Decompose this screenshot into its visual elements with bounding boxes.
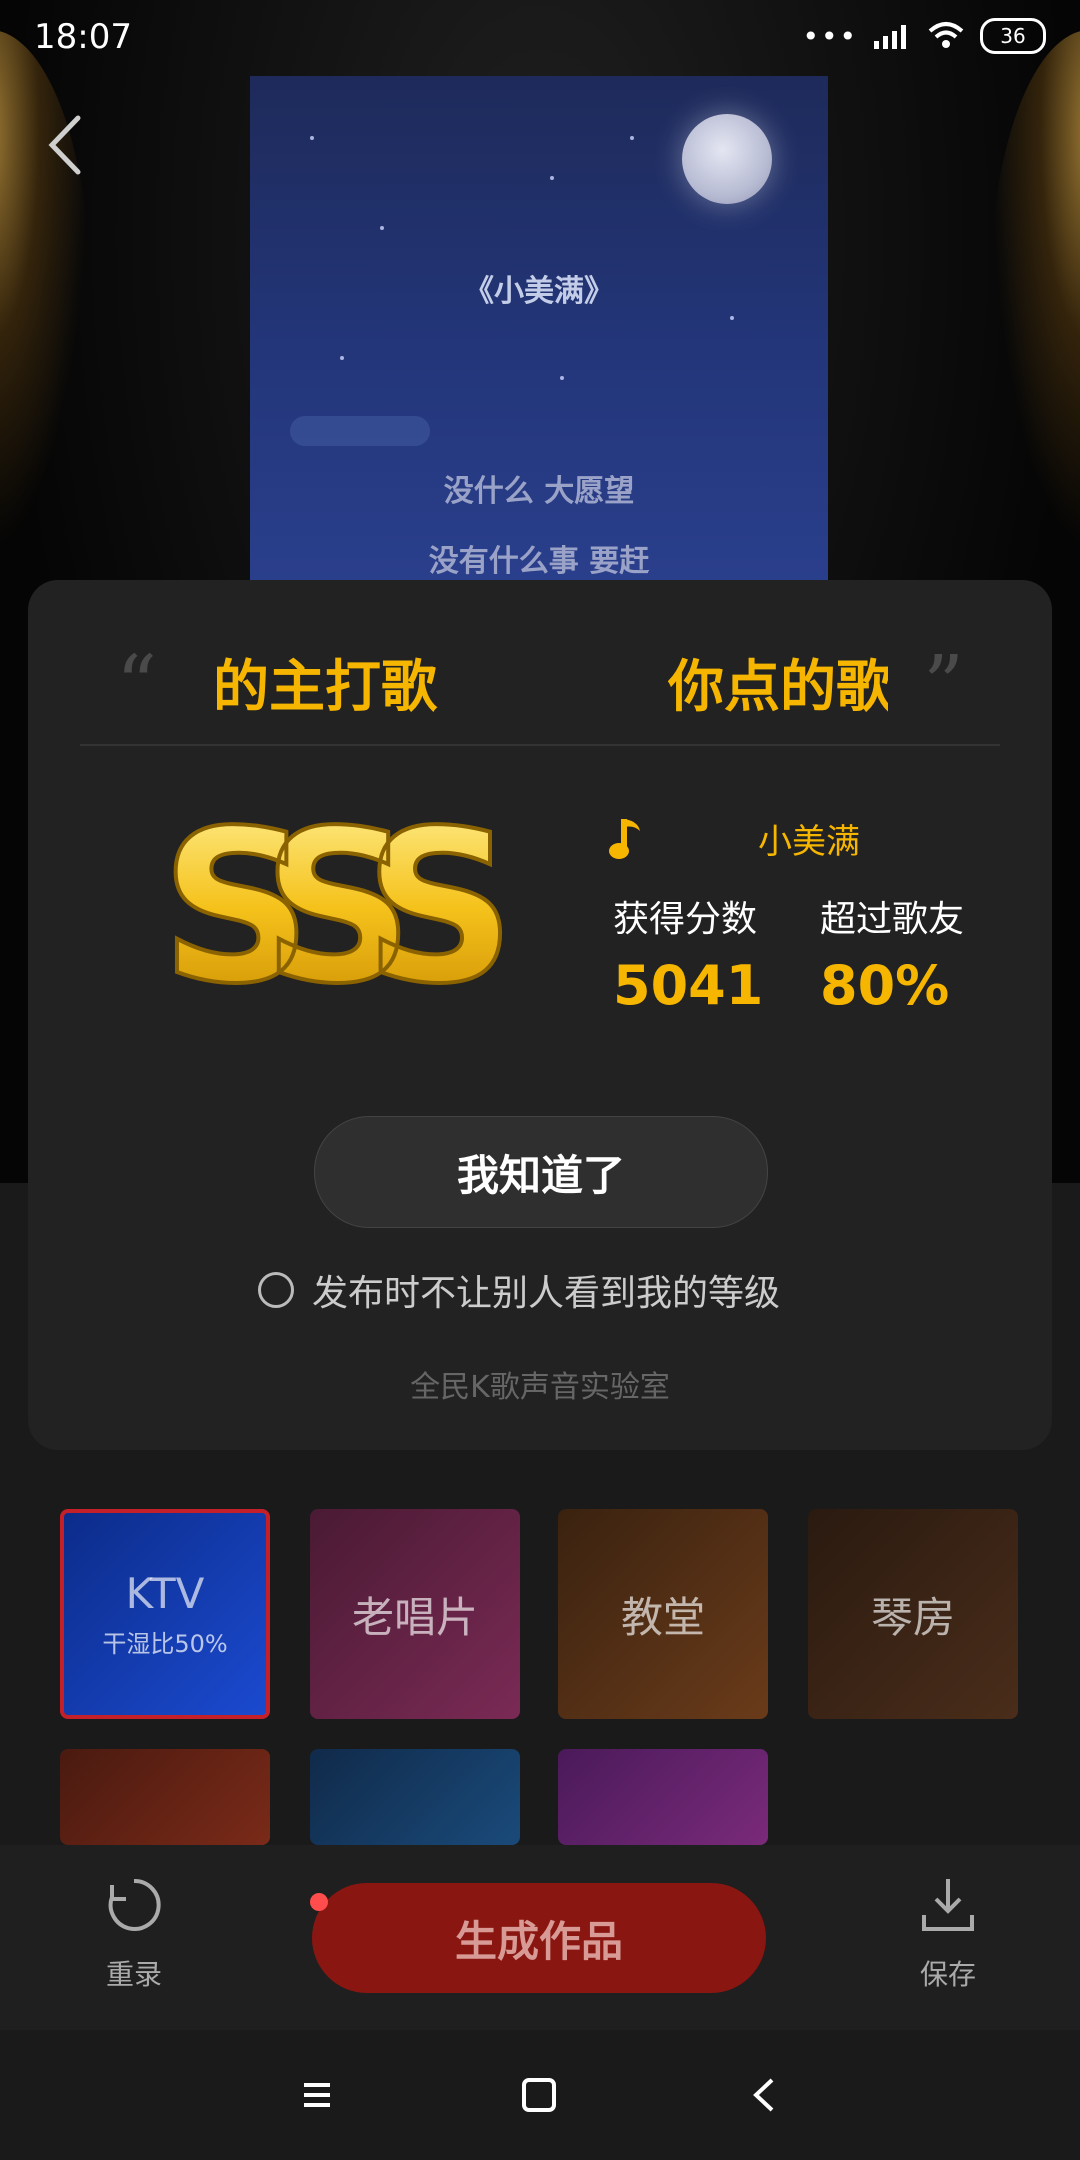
hide-grade-radio[interactable] <box>258 1272 294 1308</box>
hide-grade-label: 发布时不让别人看到我的等级 <box>312 1273 781 1314</box>
more-dots: ••• <box>802 19 858 53</box>
notification-dot <box>310 1893 328 1911</box>
system-nav-bar <box>0 2030 1080 2160</box>
back-icon[interactable] <box>40 110 90 180</box>
cover-title: 《小美满》 <box>464 274 614 309</box>
download-icon <box>922 1879 974 1931</box>
wifi-icon <box>928 22 964 48</box>
moon-illustration <box>682 114 772 204</box>
tile-label: 老唱片 <box>351 1592 478 1642</box>
effect-tile-piano-room[interactable]: 琴房 <box>808 1509 1018 1719</box>
beat-label: 超过歌友 <box>820 899 965 940</box>
redo-icon <box>108 1878 161 1931</box>
grade-text: SSS <box>161 785 501 1020</box>
lyric-line: 没有什么事 要赶 <box>428 544 650 579</box>
tile-label: 琴房 <box>870 1592 955 1642</box>
generate-button[interactable]: 生成作品 <box>312 1883 766 1993</box>
effect-tile-church[interactable]: 教堂 <box>558 1509 768 1719</box>
music-note-icon <box>609 819 640 859</box>
song-name: 小美满 <box>758 821 860 862</box>
spotlight-right <box>990 30 1080 550</box>
tile-label: KTV <box>125 1569 205 1618</box>
status-time: 18:07 <box>34 17 132 57</box>
quote-open-icon: “ <box>116 638 157 731</box>
signal-icon <box>874 25 906 49</box>
song-cover: 《小美满》 没什么 大愿望 没有什么事 要赶 <box>250 76 828 580</box>
tile-sublabel: 干湿比50% <box>102 1630 228 1658</box>
ticker-text: 你点的歌 <box>668 655 888 720</box>
save-button[interactable]: 保存 <box>888 1875 1008 1993</box>
star <box>730 316 734 320</box>
effect-tile-ktv[interactable]: KTV 干湿比50% <box>60 1509 270 1719</box>
quote-close-icon: ” <box>923 638 964 731</box>
lyric-line: 没什么 大愿望 <box>443 474 635 509</box>
save-label: 保存 <box>919 1958 976 1991</box>
beat-value: 80% <box>820 954 950 1017</box>
menu-icon[interactable] <box>292 2070 342 2120</box>
home-icon[interactable] <box>514 2070 564 2120</box>
nav-back-icon[interactable] <box>740 2070 790 2120</box>
bottom-action-bar: 重录 生成作品 保存 <box>0 1845 1080 2030</box>
lyric-ticker: “ 的主打歌 你点的歌 ” <box>28 620 1052 731</box>
status-bar: 18:07 ••• 36 <box>0 0 1080 80</box>
redo-button[interactable]: 重录 <box>74 1875 194 1993</box>
cloud-illustration <box>290 416 430 446</box>
ok-button[interactable]: 我知道了 <box>314 1116 768 1228</box>
grade-badge: SSS <box>159 783 543 1020</box>
score-result-dialog: “ 的主打歌 你点的歌 ” SSS 小美满 获得分数 5041 超过歌友 80%… <box>28 580 1052 1450</box>
spotlight-left <box>0 30 90 550</box>
effect-tile[interactable] <box>310 1749 520 1845</box>
score-value: 5041 <box>613 954 764 1017</box>
battery-indicator: 36 <box>980 18 1046 54</box>
star <box>380 226 384 230</box>
hide-grade-option[interactable]: 发布时不让别人看到我的等级 <box>258 1260 780 1320</box>
score-block: 获得分数 5041 <box>613 890 763 1017</box>
star <box>310 136 314 140</box>
redo-label: 重录 <box>105 1958 162 1991</box>
effect-tile[interactable] <box>558 1749 768 1845</box>
star <box>550 176 554 180</box>
song-info-row: 小美满 <box>608 808 1008 868</box>
ticker-text: 的主打歌 <box>213 655 437 720</box>
star <box>630 136 634 140</box>
star <box>560 376 564 380</box>
divider <box>80 744 1000 746</box>
score-label: 获得分数 <box>613 899 758 940</box>
effect-tile[interactable] <box>60 1749 270 1845</box>
star <box>340 356 344 360</box>
beat-block: 超过歌友 80% <box>820 890 964 1017</box>
tile-label: 教堂 <box>620 1592 705 1642</box>
effect-tile-old-record[interactable]: 老唱片 <box>310 1509 520 1719</box>
lab-label: 全民K歌声音实验室 <box>410 1370 670 1405</box>
status-icons: ••• 36 <box>802 18 1046 54</box>
